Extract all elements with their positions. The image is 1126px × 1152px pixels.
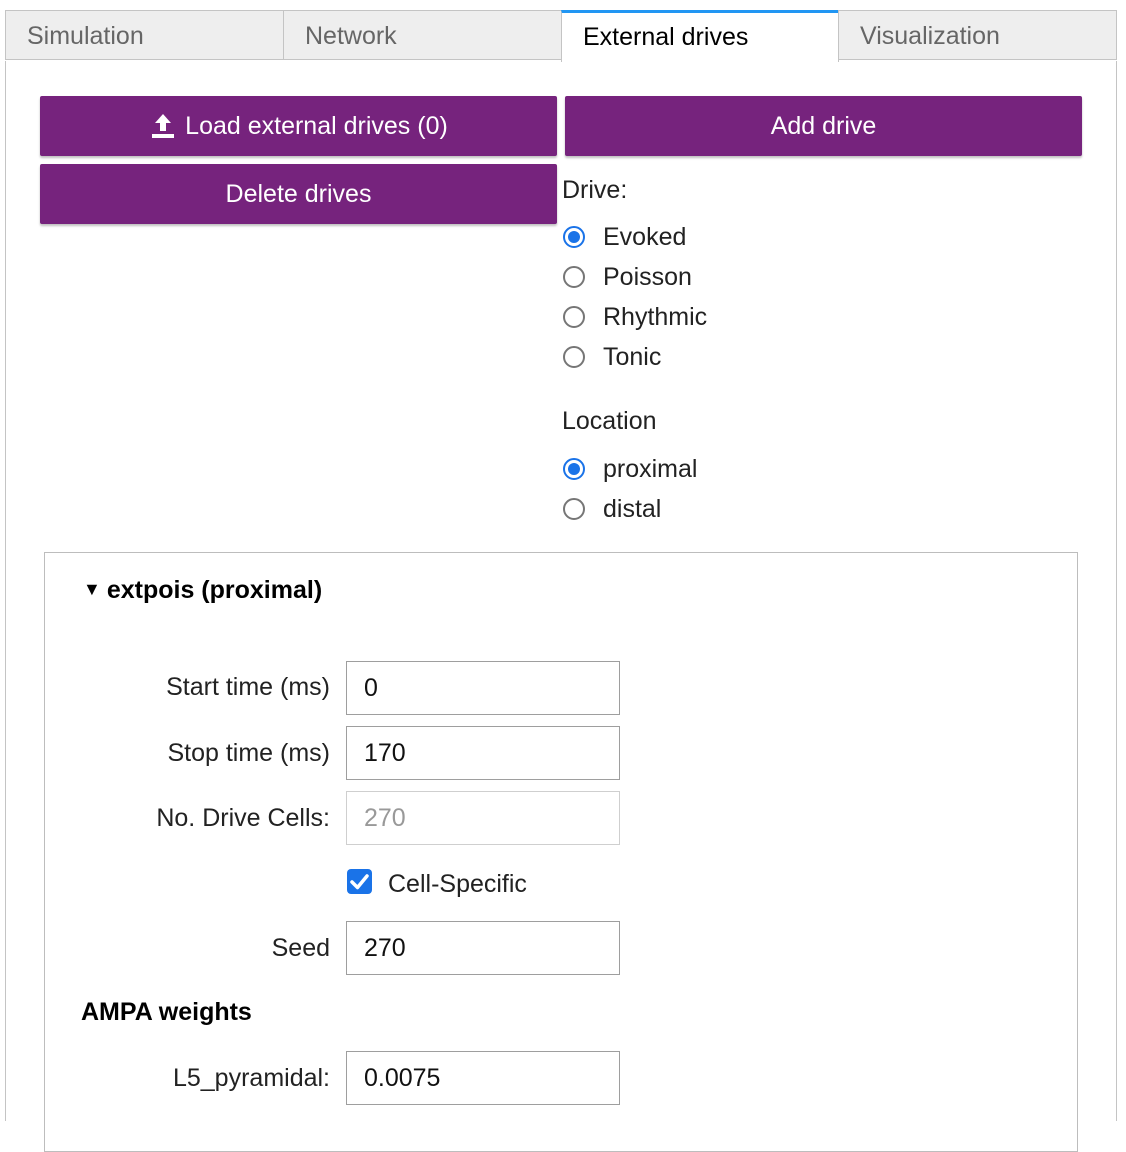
tab-external-drives[interactable]: External drives	[561, 10, 839, 62]
seed-label: Seed	[271, 934, 330, 962]
ampa-weights-heading: AMPA weights	[81, 998, 252, 1026]
drive-option-poisson[interactable]: Poisson	[563, 262, 692, 292]
location-label: Location	[562, 407, 657, 435]
radio-button[interactable]	[563, 226, 585, 248]
drive-label: Drive:	[562, 176, 628, 204]
n-drive-cells-label: No. Drive Cells:	[156, 804, 330, 832]
tab-simulation[interactable]: Simulation	[5, 10, 284, 60]
radio-button[interactable]	[563, 458, 585, 480]
radio-label: Tonic	[603, 342, 662, 371]
location-option-proximal[interactable]: proximal	[563, 454, 697, 484]
start-time-label: Start time (ms)	[166, 673, 330, 701]
drive-option-rhythmic[interactable]: Rhythmic	[563, 302, 707, 332]
radio-button[interactable]	[563, 266, 585, 288]
tab-label: Visualization	[860, 22, 1000, 50]
accordion-title: extpois (proximal)	[106, 576, 323, 604]
tab-bar: Simulation Network External drives Visua…	[5, 10, 1117, 62]
tab-label: Simulation	[27, 22, 144, 50]
n-drive-cells-input: 270	[346, 791, 620, 845]
tab-label: Network	[305, 22, 397, 50]
cell-specific-checkbox[interactable]	[347, 869, 372, 894]
l5-pyramidal-input[interactable]: 0.0075	[346, 1051, 620, 1105]
radio-button[interactable]	[563, 498, 585, 520]
checkmark-icon	[350, 874, 369, 890]
radio-label: distal	[603, 494, 662, 523]
button-label: Delete drives	[225, 179, 372, 208]
tab-label: External drives	[583, 23, 749, 51]
l5-pyramidal-label: L5_pyramidal:	[172, 1064, 330, 1092]
radio-label: proximal	[603, 454, 698, 483]
cell-specific-label: Cell-Specific	[388, 870, 527, 898]
accordion-header[interactable]: ▼ extpois (proximal)	[83, 576, 322, 605]
radio-button[interactable]	[563, 306, 585, 328]
drive-option-tonic[interactable]: Tonic	[563, 342, 661, 372]
radio-label: Rhythmic	[603, 302, 708, 331]
start-time-input[interactable]: 0	[346, 661, 620, 715]
delete-drives-button[interactable]: Delete drives	[40, 164, 557, 224]
stop-time-label: Stop time (ms)	[167, 739, 330, 767]
radio-button[interactable]	[563, 346, 585, 368]
radio-label: Evoked	[603, 222, 687, 251]
button-label: Load external drives (0)	[185, 111, 448, 140]
drive-option-evoked[interactable]: Evoked	[563, 222, 686, 252]
seed-input[interactable]: 270	[346, 921, 620, 975]
location-option-distal[interactable]: distal	[563, 494, 661, 524]
add-drive-button[interactable]: Add drive	[565, 96, 1082, 156]
tab-network[interactable]: Network	[283, 10, 562, 60]
radio-label: Poisson	[603, 262, 692, 291]
stop-time-input[interactable]: 170	[346, 726, 620, 780]
button-label: Add drive	[770, 111, 877, 140]
caret-down-icon: ▼	[83, 579, 101, 599]
load-external-drives-button[interactable]: Load external drives (0)	[40, 96, 557, 156]
tab-visualization[interactable]: Visualization	[838, 10, 1117, 60]
upload-icon	[152, 114, 175, 138]
